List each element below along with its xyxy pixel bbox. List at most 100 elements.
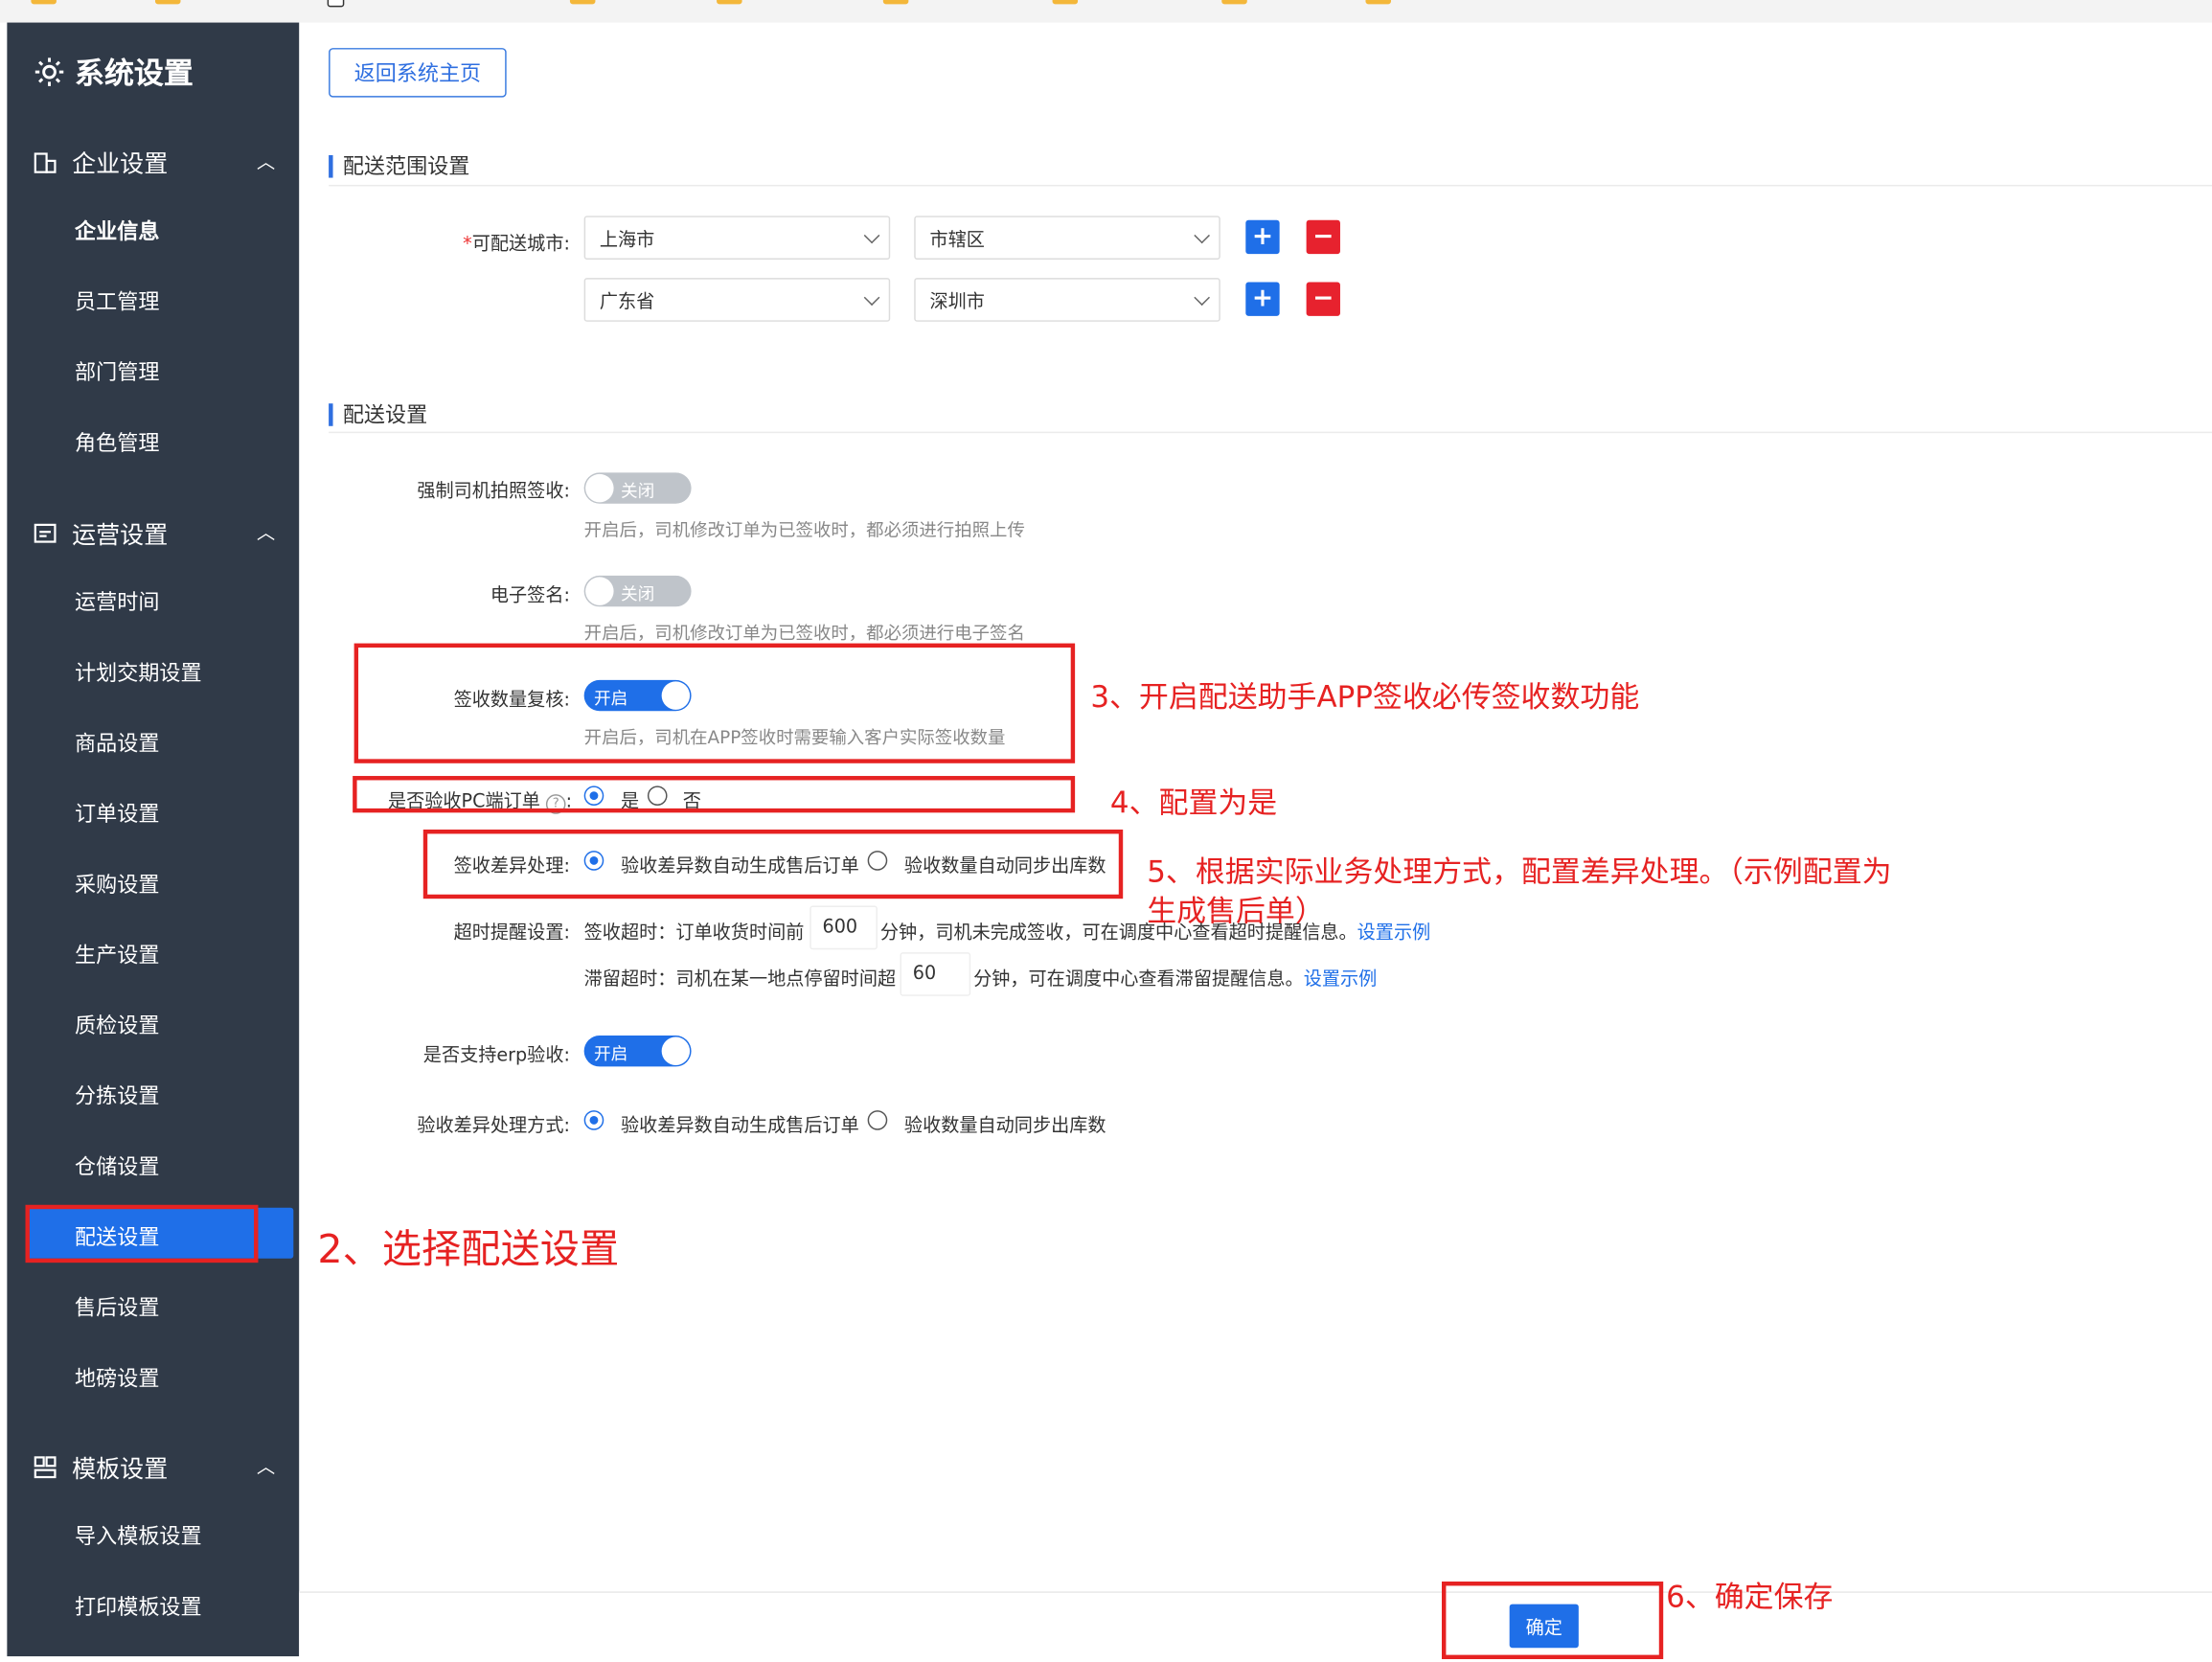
annotation-2: 2、选择配送设置 bbox=[317, 1225, 620, 1273]
photo-sign-toggle[interactable]: 关闭 bbox=[583, 472, 692, 504]
bookmark-icon[interactable] bbox=[31, 0, 57, 5]
sidebar-item-department[interactable]: 部门管理 bbox=[75, 357, 159, 387]
chevron-up-icon: ︿ bbox=[256, 1457, 276, 1479]
add-city-button[interactable]: + bbox=[1245, 219, 1280, 255]
sidebar-item-enterprise-info[interactable]: 企业信息 bbox=[75, 216, 159, 245]
sidebar-item-goods[interactable]: 商品设置 bbox=[75, 728, 159, 758]
sidebar-group-label: 模板设置 bbox=[72, 1455, 169, 1485]
province-select-value: 上海市 bbox=[599, 230, 655, 252]
city-select-value: 市辖区 bbox=[929, 230, 985, 252]
photo-sign-label: 强制司机拍照签收: bbox=[417, 481, 570, 503]
annotation-box-confirm bbox=[1441, 1582, 1664, 1660]
sidebar-item-aftersale[interactable]: 售后设置 bbox=[75, 1292, 159, 1322]
erp-accept-toggle[interactable]: 开启 bbox=[583, 1036, 692, 1067]
sidebar-item-production[interactable]: 生产设置 bbox=[75, 940, 159, 969]
e-sign-toggle[interactable]: 关闭 bbox=[583, 575, 692, 607]
sidebar-item-staff[interactable]: 员工管理 bbox=[75, 286, 159, 316]
sign-timeout-prefix: 签收超时：订单收货时间前 bbox=[583, 922, 805, 945]
accept-diff-option1-label: 验收差异数自动生成售后订单 bbox=[620, 1115, 859, 1138]
sidebar-title-text: 系统设置 bbox=[75, 56, 194, 91]
sidebar-item-plan-delivery[interactable]: 计划交期设置 bbox=[75, 657, 202, 687]
chevron-down-icon bbox=[863, 289, 880, 307]
toggle-knob bbox=[661, 1036, 691, 1065]
accept-diff-option1-radio[interactable] bbox=[583, 1110, 604, 1130]
stay-timeout-suffix-text: 分钟，可在调度中心查看滞留提醒信息。 bbox=[973, 968, 1304, 990]
stay-timeout-prefix: 滞留超时：司机在某一地点停留时间超 bbox=[583, 968, 897, 990]
template-icon bbox=[34, 1455, 57, 1478]
sidebar-item-storage[interactable]: 仓储设置 bbox=[75, 1151, 159, 1181]
sidebar-item-import-template[interactable]: 导入模板设置 bbox=[75, 1521, 202, 1551]
toggle-state-text: 关闭 bbox=[620, 481, 655, 501]
sign-timeout-input[interactable]: 600 bbox=[810, 905, 878, 950]
stay-timeout-input[interactable]: 60 bbox=[900, 952, 971, 996]
photo-sign-help: 开启后，司机修改订单为已签收时，都必须进行拍照上传 bbox=[583, 518, 1025, 541]
chevron-up-icon: ︿ bbox=[256, 152, 276, 174]
sidebar-item-role[interactable]: 角色管理 bbox=[75, 427, 159, 457]
sidebar-item-order[interactable]: 订单设置 bbox=[75, 799, 159, 829]
annotation-3: 3、开启配送助手APP签收必传签收数功能 bbox=[1090, 679, 1640, 715]
toggle-state-text: 关闭 bbox=[620, 583, 655, 604]
city-select[interactable]: 市辖区 bbox=[914, 216, 1220, 260]
accept-diff-label: 验收差异处理方式: bbox=[417, 1115, 570, 1138]
annotation-box-sidebar bbox=[25, 1204, 259, 1264]
footer-bar bbox=[299, 1591, 2212, 1658]
province-select[interactable]: 广东省 bbox=[583, 278, 891, 322]
sidebar-title: 系统设置 bbox=[33, 51, 194, 93]
sidebar-group-template[interactable]: 模板设置 ︿ bbox=[33, 1449, 276, 1485]
building-icon bbox=[34, 151, 57, 173]
bookmark-icon[interactable] bbox=[569, 0, 596, 5]
sidebar-group-label: 企业设置 bbox=[72, 150, 169, 180]
required-mark: * bbox=[463, 234, 472, 256]
range-section-title: 配送范围设置 bbox=[329, 155, 469, 178]
sidebar-item-print-template[interactable]: 打印模板设置 bbox=[75, 1591, 202, 1621]
toggle-knob bbox=[585, 473, 614, 503]
accept-diff-option2-label: 验收数量自动同步出库数 bbox=[903, 1115, 1106, 1138]
bookmark-icon[interactable] bbox=[1221, 0, 1247, 5]
sidebar-group-enterprise[interactable]: 企业设置 ︿ bbox=[33, 144, 275, 179]
bookmark-icon[interactable] bbox=[327, 0, 345, 8]
annotation-box-pc-accept bbox=[353, 776, 1076, 813]
annotation-4: 4、配置为是 bbox=[1109, 785, 1278, 820]
city-select[interactable]: 深圳市 bbox=[914, 278, 1220, 322]
bookmark-icon[interactable] bbox=[882, 0, 909, 5]
top-strip bbox=[0, 0, 2212, 23]
e-sign-help: 开启后，司机修改订单为已签收时，都必须进行电子签名 bbox=[583, 622, 1025, 644]
sidebar-group-label: 运营设置 bbox=[72, 521, 169, 551]
delivery-section-title: 配送设置 bbox=[329, 403, 427, 426]
bookmark-icon[interactable] bbox=[154, 0, 181, 5]
chevron-down-icon bbox=[1194, 289, 1210, 307]
back-to-home-button[interactable]: 返回系统主页 bbox=[329, 48, 507, 98]
remove-city-button[interactable]: − bbox=[1306, 219, 1340, 255]
bookmark-icon[interactable] bbox=[1365, 0, 1391, 5]
annotation-6: 6、确定保存 bbox=[1666, 1580, 1834, 1614]
e-sign-label: 电子签名: bbox=[490, 585, 570, 607]
city-label-text: 可配送城市: bbox=[471, 234, 570, 256]
annotation-box-diff-handle bbox=[422, 830, 1124, 899]
accept-diff-option2-radio[interactable] bbox=[867, 1110, 888, 1130]
chevron-down-icon bbox=[1194, 227, 1210, 244]
city-select-value: 深圳市 bbox=[929, 291, 985, 313]
sidebar-item-weighbridge[interactable]: 地磅设置 bbox=[75, 1363, 159, 1393]
stay-timeout-example-link[interactable]: 设置示例 bbox=[1304, 969, 1378, 990]
sidebar-item-purchase[interactable]: 采购设置 bbox=[75, 869, 159, 899]
annotation-5-line1: 5、根据实际业务处理方式，配置差异处理。（示例配置为 bbox=[1147, 854, 1892, 889]
annotation-box-qty-check bbox=[353, 643, 1076, 763]
sidebar: 系统设置 企业设置 ︿ 企业信息 员工管理 部门管理 角色管理 运营设置 ︿ 运… bbox=[7, 22, 300, 1657]
add-city-button[interactable]: + bbox=[1245, 282, 1280, 316]
bookmark-icon[interactable] bbox=[1052, 0, 1079, 5]
province-select-value: 广东省 bbox=[599, 291, 655, 313]
toggle-state-text: 开启 bbox=[593, 1043, 628, 1064]
sidebar-item-op-time[interactable]: 运营时间 bbox=[75, 587, 159, 617]
city-label: *可配送城市: bbox=[287, 229, 570, 256]
chevron-down-icon bbox=[863, 227, 880, 244]
remove-city-button[interactable]: − bbox=[1306, 282, 1340, 316]
sidebar-group-operation[interactable]: 运营设置 ︿ bbox=[33, 515, 275, 551]
province-select[interactable]: 上海市 bbox=[583, 216, 891, 260]
sign-timeout-suffix: 分钟，司机未完成签收，可在调度中心查看超时提醒信息。设置示例 bbox=[880, 917, 1430, 944]
bookmark-icon[interactable] bbox=[717, 0, 742, 5]
sign-timeout-example-link[interactable]: 设置示例 bbox=[1357, 922, 1431, 944]
sidebar-item-sorting[interactable]: 分拣设置 bbox=[75, 1081, 159, 1110]
list-icon bbox=[34, 523, 57, 542]
erp-accept-label: 是否支持erp验收: bbox=[422, 1045, 570, 1067]
sidebar-item-qc[interactable]: 质检设置 bbox=[75, 1011, 159, 1040]
